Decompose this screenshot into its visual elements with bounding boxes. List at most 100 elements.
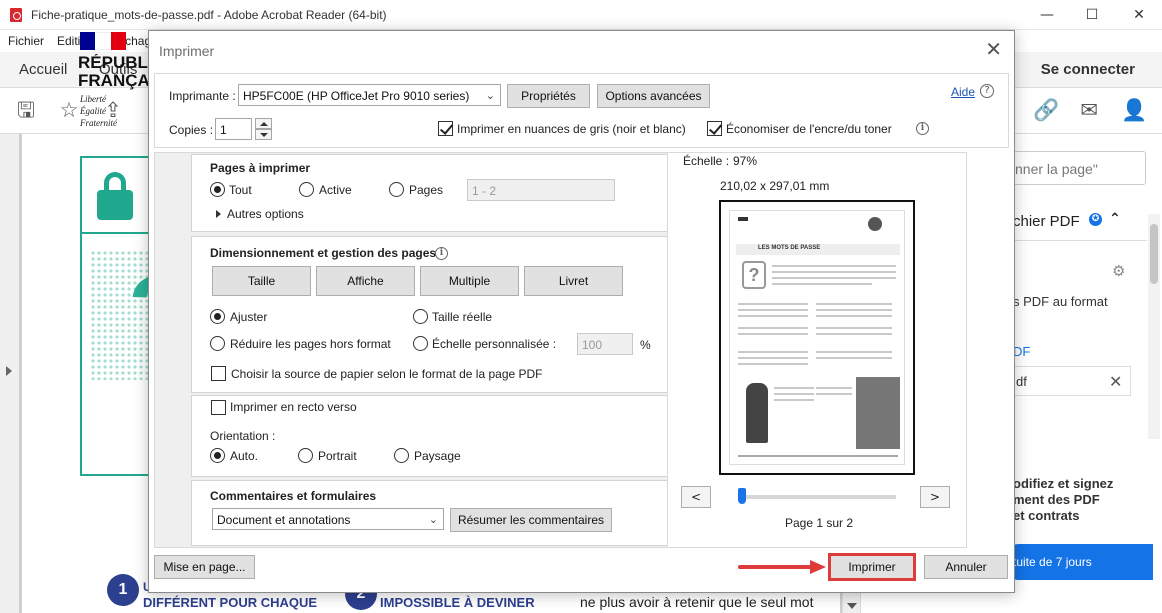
duplex-label: Imprimer en recto verso — [230, 400, 357, 414]
radio-pages-all-label: Tout — [229, 183, 252, 197]
clear-file-icon[interactable]: ✕ — [1109, 372, 1122, 391]
previous-page-button[interactable]: < — [681, 486, 711, 508]
printer-select[interactable]: HP5FC00E (HP OfficeJet Pro 9010 series) … — [238, 84, 501, 106]
sizing-info-icon[interactable]: i — [435, 247, 448, 260]
page-indicator: Page 1 sur 2 — [785, 516, 854, 530]
lock-icon — [97, 172, 133, 220]
save-ink-checkbox[interactable] — [707, 121, 722, 136]
free-trial-label: tuite de 7 jours — [1013, 555, 1092, 569]
save-ink-label: Économiser de l'encre/du toner — [726, 122, 892, 136]
advanced-options-button[interactable]: Options avancées — [597, 84, 710, 108]
account-icon[interactable]: 👤 — [1121, 98, 1147, 122]
star-icon[interactable]: ☆ — [57, 98, 81, 122]
radio-orientation-auto-label: Auto. — [230, 449, 259, 463]
free-trial-button[interactable]: tuite de 7 jours — [1001, 544, 1153, 580]
panel-scrollbar[interactable] — [1148, 214, 1160, 439]
maximize-button[interactable]: ☐ — [1069, 4, 1115, 26]
booklet-tab-button[interactable]: Livret — [524, 266, 623, 296]
window-title: Fiche-pratique_mots-de-passe.pdf - Adobe… — [31, 8, 387, 22]
scroll-down-icon[interactable] — [847, 603, 857, 609]
link-icon[interactable]: 🔗 — [1033, 98, 1059, 122]
tool-panel-title: chier PDF — [1013, 213, 1080, 230]
stepper-up-icon[interactable] — [255, 118, 272, 129]
page-slider-track[interactable] — [738, 495, 896, 499]
window-close-button[interactable]: ✕ — [1116, 4, 1162, 26]
login-button[interactable]: Se connecter — [1041, 61, 1135, 78]
red-annotation-arrow-icon — [738, 560, 826, 574]
next-page-button[interactable]: > — [920, 486, 950, 508]
dialog-title: Imprimer — [159, 43, 215, 59]
radio-shrink[interactable] — [210, 336, 225, 351]
info-icon[interactable]: i — [916, 122, 929, 135]
cancel-button[interactable]: Annuler — [924, 555, 1008, 579]
poster-tab-button[interactable]: Affiche — [316, 266, 415, 296]
copies-input[interactable]: 1 — [215, 118, 252, 140]
chevron-down-icon: ⌄ — [485, 89, 495, 102]
minimize-button[interactable]: — — [1024, 4, 1070, 26]
radio-pages-range-label: Pages — [409, 183, 444, 197]
multiple-tab-button[interactable]: Multiple — [420, 266, 519, 296]
selected-file-name: df — [1016, 374, 1027, 389]
republic-motto: Liberté Égalité Fraternité — [80, 94, 117, 128]
page-range-input[interactable]: 1 - 2 — [467, 179, 615, 201]
print-button[interactable]: Imprimer — [829, 554, 915, 580]
radio-orientation-portrait-label: Portrait — [318, 449, 357, 463]
duplex-checkbox[interactable] — [211, 400, 226, 415]
radio-fit[interactable] — [210, 309, 225, 324]
radio-orientation-portrait[interactable] — [298, 448, 313, 463]
preview-page-content: LES MOTS DE PASSE ? — [729, 210, 905, 465]
dialog-close-icon[interactable]: ✕ — [985, 39, 1002, 59]
page-range-value: 1 - 2 — [472, 184, 497, 198]
collapse-caret-icon[interactable]: ⌃ — [1109, 211, 1121, 227]
copies-value: 1 — [220, 123, 227, 137]
french-flag-logo — [80, 32, 126, 50]
step-3-text: ne plus avoir à retenir que le seul mot — [580, 594, 814, 610]
left-panel-toggle[interactable] — [0, 134, 20, 613]
more-options-toggle[interactable]: Autres options — [227, 207, 304, 221]
radio-actual-size[interactable] — [413, 309, 428, 324]
grayscale-checkbox[interactable] — [438, 121, 453, 136]
help-icon[interactable]: ? — [980, 84, 994, 98]
comments-title: Commentaires et formulaires — [210, 489, 377, 503]
paper-source-checkbox[interactable] — [211, 366, 226, 381]
radio-custom-scale[interactable] — [413, 336, 428, 351]
radio-orientation-auto[interactable] — [210, 448, 225, 463]
properties-button[interactable]: Propriétés — [507, 84, 590, 108]
comments-select[interactable]: Document et annotations ⌄ — [212, 508, 444, 530]
radio-orientation-landscape[interactable] — [394, 448, 409, 463]
convert-link[interactable]: DF — [1013, 344, 1030, 359]
stepper-down-icon[interactable] — [255, 129, 272, 140]
window-titlebar: Fiche-pratique_mots-de-passe.pdf - Adobe… — [0, 0, 1162, 30]
save-icon[interactable]: 🖫 — [14, 98, 38, 122]
help-link[interactable]: Aide — [951, 85, 975, 99]
size-tab-button[interactable]: Taille — [212, 266, 311, 296]
custom-scale-input[interactable]: 100 — [577, 333, 633, 355]
copies-stepper[interactable] — [255, 118, 272, 140]
radio-actual-size-label: Taille réelle — [432, 310, 493, 324]
sizing-title: Dimensionnement et gestion des pages — [210, 246, 437, 260]
menu-fichier[interactable]: Fichier — [8, 34, 44, 48]
radio-shrink-label: Réduire les pages hors format — [230, 337, 391, 351]
radio-pages-active[interactable] — [299, 182, 314, 197]
republic-name: RÉPUBLIQUE FRANÇAISE — [78, 54, 150, 90]
scrollbar-thumb[interactable] — [1150, 224, 1158, 284]
page-slider-thumb[interactable] — [738, 488, 746, 504]
premium-icon: ✪ — [1089, 213, 1102, 226]
tool-search-placeholder: nner la page" — [1015, 161, 1098, 177]
divider — [1001, 240, 1147, 241]
printer-value: HP5FC00E (HP OfficeJet Pro 9010 series) — [243, 89, 470, 103]
mail-icon[interactable]: ✉ — [1077, 98, 1101, 122]
expand-triangle-icon[interactable] — [216, 210, 221, 218]
tab-accueil[interactable]: Accueil — [19, 61, 67, 78]
radio-orientation-landscape-label: Paysage — [414, 449, 461, 463]
tool-search-input[interactable]: nner la page" — [1013, 151, 1146, 185]
custom-scale-value: 100 — [582, 338, 603, 352]
settings-icon[interactable]: ⚙ — [1112, 262, 1130, 280]
orientation-label: Orientation : — [210, 429, 276, 443]
summarize-comments-button[interactable]: Résumer les commentaires — [450, 508, 612, 532]
printer-label: Imprimante : — [169, 89, 236, 103]
grayscale-label: Imprimer en nuances de gris (noir et bla… — [457, 122, 686, 136]
page-setup-button[interactable]: Mise en page... — [154, 555, 255, 579]
radio-pages-all[interactable] — [210, 182, 225, 197]
radio-pages-range[interactable] — [389, 182, 404, 197]
